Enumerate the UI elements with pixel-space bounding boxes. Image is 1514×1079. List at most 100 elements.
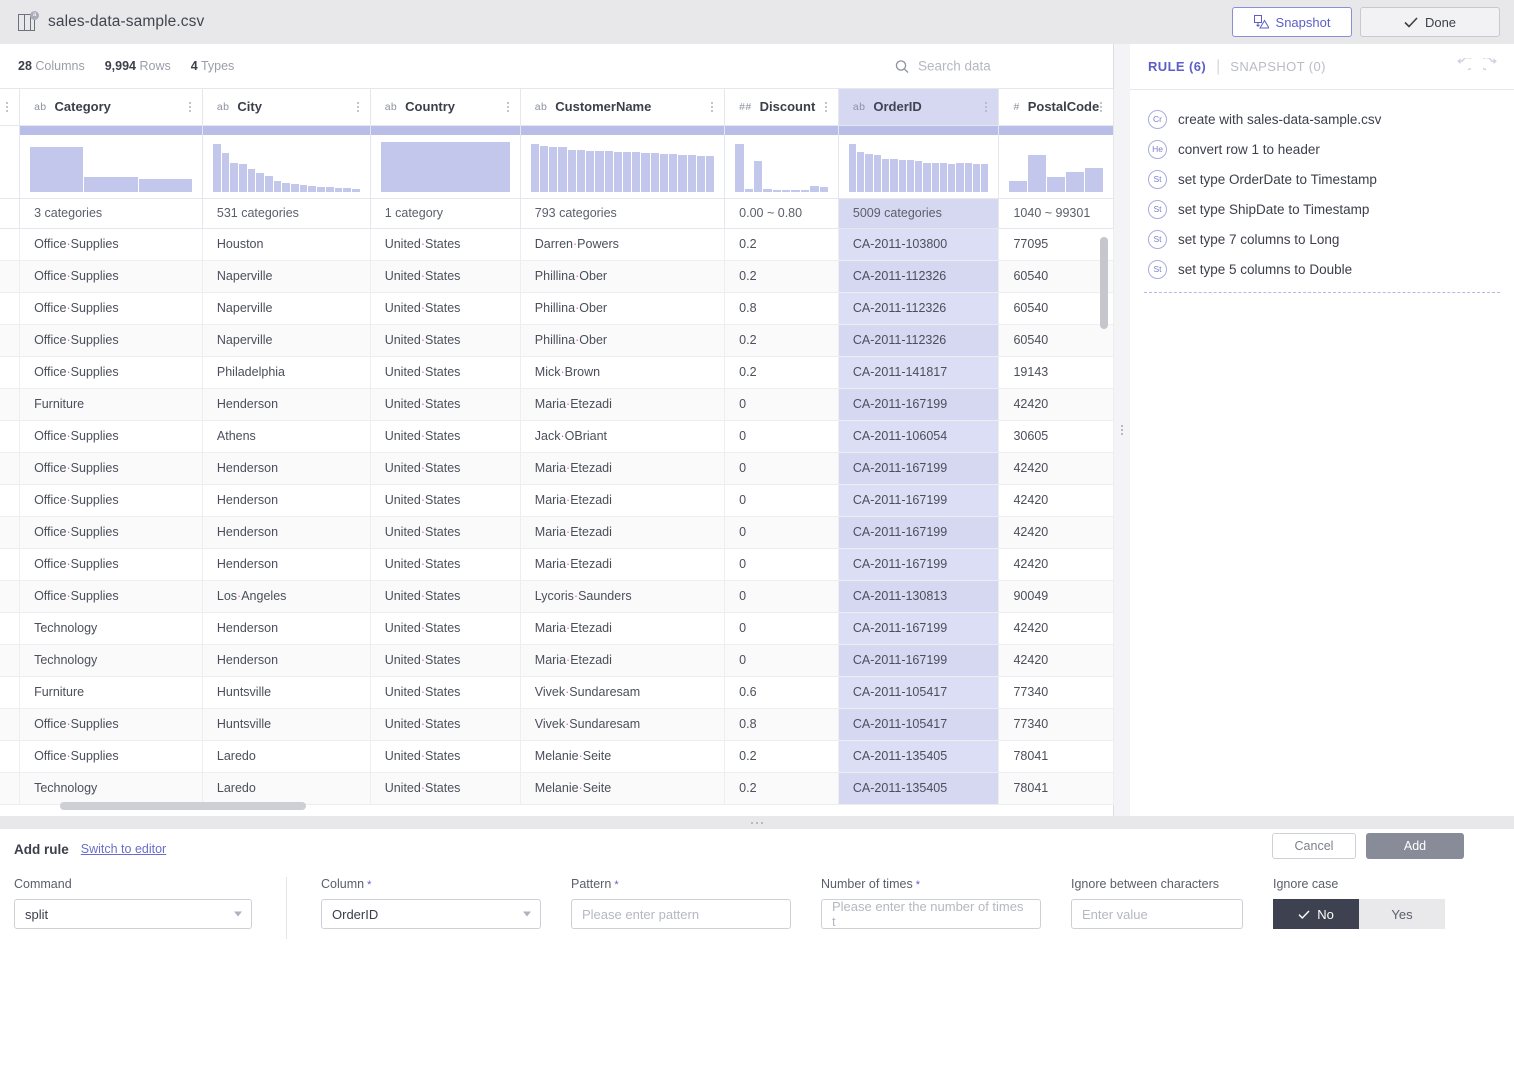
pane-divider-horizontal[interactable] bbox=[0, 816, 1514, 829]
cell-orderid[interactable]: CA-2011-130813 bbox=[838, 580, 1000, 613]
tab-rule[interactable]: RULE (6) bbox=[1148, 59, 1206, 74]
column-header-postalcode[interactable]: # PostalCode bbox=[998, 89, 1114, 126]
cell-orderid[interactable]: CA-2011-141817 bbox=[838, 356, 1000, 389]
snapshot-button[interactable]: Snapshot bbox=[1232, 7, 1352, 37]
cell-country[interactable]: United·States bbox=[370, 292, 521, 325]
cell-postalcode[interactable]: 60540 bbox=[998, 324, 1114, 357]
cell-postalcode[interactable]: 42420 bbox=[998, 484, 1114, 517]
cancel-button[interactable]: Cancel bbox=[1272, 833, 1356, 859]
table-row[interactable]: Technology Henderson United·States Maria·Et… bbox=[0, 644, 1114, 677]
table-row[interactable]: Office·Supplies Naperville United·States Ph… bbox=[0, 260, 1114, 293]
cell-customername[interactable]: Maria·Etezadi bbox=[520, 612, 726, 645]
cell-orderid[interactable]: CA-2011-112326 bbox=[838, 260, 1000, 293]
cell-discount[interactable]: 0.8 bbox=[724, 292, 839, 325]
cell-city[interactable]: Henderson bbox=[202, 644, 371, 677]
cell-category[interactable]: Office·Supplies bbox=[19, 228, 203, 261]
cell-city[interactable]: Henderson bbox=[202, 484, 371, 517]
cell-orderid[interactable]: CA-2011-106054 bbox=[838, 420, 1000, 453]
table-row[interactable]: Office·Supplies Laredo United·States Melani… bbox=[0, 740, 1114, 773]
table-row[interactable]: Office·Supplies Henderson United·States Mar… bbox=[0, 452, 1114, 485]
cell-customername[interactable]: Darren·Powers bbox=[520, 228, 726, 261]
column-menu-icon[interactable] bbox=[980, 100, 992, 114]
cell-discount[interactable]: 0.2 bbox=[724, 356, 839, 389]
table-row[interactable]: Office·Supplies Henderson United·States Mar… bbox=[0, 516, 1114, 549]
table-row[interactable]: Office·Supplies Naperville United·States Ph… bbox=[0, 292, 1114, 325]
table-row[interactable]: Office·Supplies Henderson United·States Mar… bbox=[0, 484, 1114, 517]
cell-country[interactable]: United·States bbox=[370, 740, 521, 773]
table-row[interactable]: Office·Supplies Naperville United·States Ph… bbox=[0, 324, 1114, 357]
cell-customername[interactable]: Melanie·Seite bbox=[520, 740, 726, 773]
undo-icon[interactable] bbox=[1454, 58, 1471, 75]
cell-discount[interactable]: 0 bbox=[724, 516, 839, 549]
cell-customername[interactable]: Jack·OBriant bbox=[520, 420, 726, 453]
table-row[interactable]: Furniture Huntsville United·States Vivek·Su… bbox=[0, 676, 1114, 709]
column-header-city[interactable]: ab City bbox=[202, 89, 371, 126]
table-row[interactable]: Technology Henderson United·States Maria·Et… bbox=[0, 612, 1114, 645]
cell-postalcode[interactable]: 42420 bbox=[998, 612, 1114, 645]
cell-orderid[interactable]: CA-2011-112326 bbox=[838, 324, 1000, 357]
search-data-input[interactable]: Search data bbox=[895, 59, 991, 74]
done-button[interactable]: Done bbox=[1360, 7, 1500, 37]
table-row[interactable]: Office·Supplies Athens United·States Jack·O… bbox=[0, 420, 1114, 453]
cell-customername[interactable]: Phillina·Ober bbox=[520, 324, 726, 357]
table-row[interactable]: Office·Supplies Henderson United·States Mar… bbox=[0, 548, 1114, 581]
cell-category[interactable]: Office·Supplies bbox=[19, 484, 203, 517]
cell-customername[interactable]: Phillina·Ober bbox=[520, 292, 726, 325]
cell-postalcode[interactable]: 90049 bbox=[998, 580, 1114, 613]
column-menu-icon[interactable] bbox=[352, 100, 364, 114]
rule-item[interactable]: St set type 5 columns to Double bbox=[1130, 254, 1514, 284]
cell-discount[interactable]: 0.8 bbox=[724, 708, 839, 741]
cell-city[interactable]: Athens bbox=[202, 420, 371, 453]
cell-orderid[interactable]: CA-2011-105417 bbox=[838, 708, 1000, 741]
cell-category[interactable]: Furniture bbox=[19, 388, 203, 421]
column-header-country[interactable]: ab Country bbox=[370, 89, 521, 126]
cell-category[interactable]: Office·Supplies bbox=[19, 708, 203, 741]
cell-city[interactable]: Laredo bbox=[202, 740, 371, 773]
cell-orderid[interactable]: CA-2011-103800 bbox=[838, 228, 1000, 261]
column-header-orderid[interactable]: ab OrderID bbox=[838, 89, 1000, 126]
cell-postalcode[interactable]: 60540 bbox=[998, 292, 1114, 325]
cell-postalcode[interactable]: 19143 bbox=[998, 356, 1114, 389]
cell-city[interactable]: Henderson bbox=[202, 452, 371, 485]
cell-country[interactable]: United·States bbox=[370, 548, 521, 581]
cell-city[interactable]: Henderson bbox=[202, 388, 371, 421]
rule-item[interactable]: St set type ShipDate to Timestamp bbox=[1130, 194, 1514, 224]
pane-divider-vertical[interactable] bbox=[1114, 44, 1130, 816]
column-menu-icon[interactable] bbox=[502, 100, 514, 114]
cell-customername[interactable]: Maria·Etezadi bbox=[520, 484, 726, 517]
cell-city[interactable]: Naperville bbox=[202, 324, 371, 357]
cell-customername[interactable]: Vivek·Sundaresam bbox=[520, 676, 726, 709]
cell-customername[interactable]: Maria·Etezadi bbox=[520, 452, 726, 485]
cell-country[interactable]: United·States bbox=[370, 452, 521, 485]
cell-city[interactable]: Naperville bbox=[202, 260, 371, 293]
tab-snapshot[interactable]: SNAPSHOT (0) bbox=[1230, 59, 1326, 74]
vertical-scrollbar[interactable] bbox=[1100, 237, 1108, 816]
horizontal-scrollbar[interactable] bbox=[0, 800, 1098, 814]
cell-postalcode[interactable]: 60540 bbox=[998, 260, 1114, 293]
cell-postalcode[interactable]: 77340 bbox=[998, 676, 1114, 709]
rule-item[interactable]: He convert row 1 to header bbox=[1130, 134, 1514, 164]
table-row[interactable]: Furniture Henderson United·States Maria·Ete… bbox=[0, 388, 1114, 421]
column-header-discount[interactable]: ## Discount bbox=[724, 89, 839, 126]
cell-orderid[interactable]: CA-2011-167199 bbox=[838, 452, 1000, 485]
cell-postalcode[interactable]: 42420 bbox=[998, 548, 1114, 581]
cell-country[interactable]: United·States bbox=[370, 388, 521, 421]
cell-postalcode[interactable]: 42420 bbox=[998, 452, 1114, 485]
column-select[interactable]: OrderID bbox=[321, 899, 541, 929]
ignore-case-yes-option[interactable]: Yes bbox=[1359, 899, 1445, 929]
ignore-between-input[interactable]: Enter value bbox=[1071, 899, 1243, 929]
cell-category[interactable]: Office·Supplies bbox=[19, 580, 203, 613]
rule-item[interactable]: St set type 7 columns to Long bbox=[1130, 224, 1514, 254]
column-menu-icon[interactable] bbox=[184, 100, 196, 114]
cell-category[interactable]: Office·Supplies bbox=[19, 292, 203, 325]
cell-postalcode[interactable]: 77340 bbox=[998, 708, 1114, 741]
cell-discount[interactable]: 0 bbox=[724, 548, 839, 581]
cell-discount[interactable]: 0.6 bbox=[724, 676, 839, 709]
cell-city[interactable]: Houston bbox=[202, 228, 371, 261]
cell-customername[interactable]: Lycoris·Saunders bbox=[520, 580, 726, 613]
cell-country[interactable]: United·States bbox=[370, 484, 521, 517]
cell-country[interactable]: United·States bbox=[370, 580, 521, 613]
pattern-input[interactable]: Please enter pattern bbox=[571, 899, 791, 929]
cell-city[interactable]: Los·Angeles bbox=[202, 580, 371, 613]
cell-orderid[interactable]: CA-2011-135405 bbox=[838, 740, 1000, 773]
